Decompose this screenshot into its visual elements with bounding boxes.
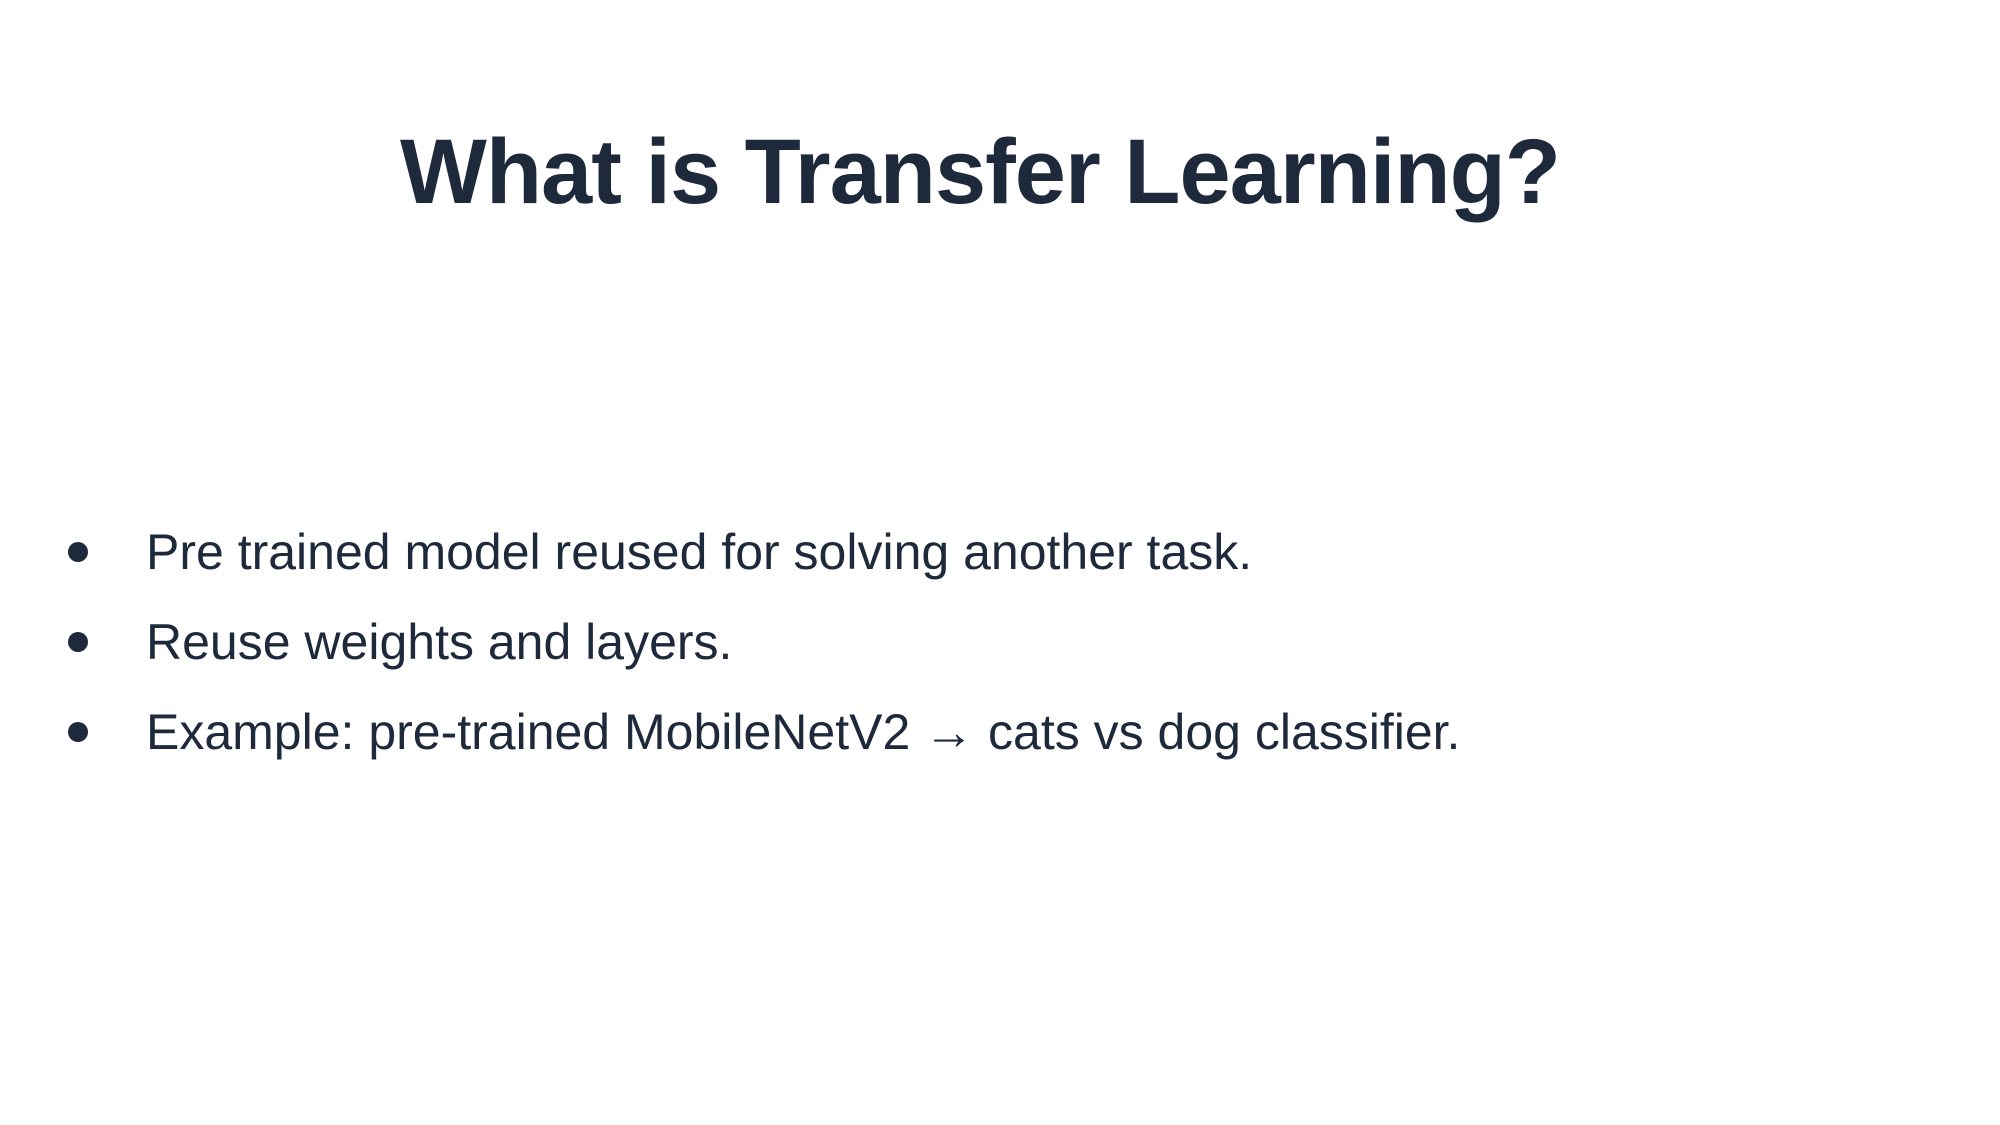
bullet-text: Reuse weights and layers. (146, 614, 733, 670)
bullet-icon (68, 722, 88, 742)
slide-title: What is Transfer Learning? (400, 121, 1561, 223)
bullet-text: Pre trained model reused for solving ano… (146, 524, 1253, 580)
slide: What is Transfer Learning? Pre trained m… (0, 0, 2000, 1125)
bullet-icon (68, 632, 88, 652)
bullet-text: Example: pre-trained MobileNetV2 → cats … (146, 704, 1461, 760)
bullet-icon (68, 542, 88, 562)
